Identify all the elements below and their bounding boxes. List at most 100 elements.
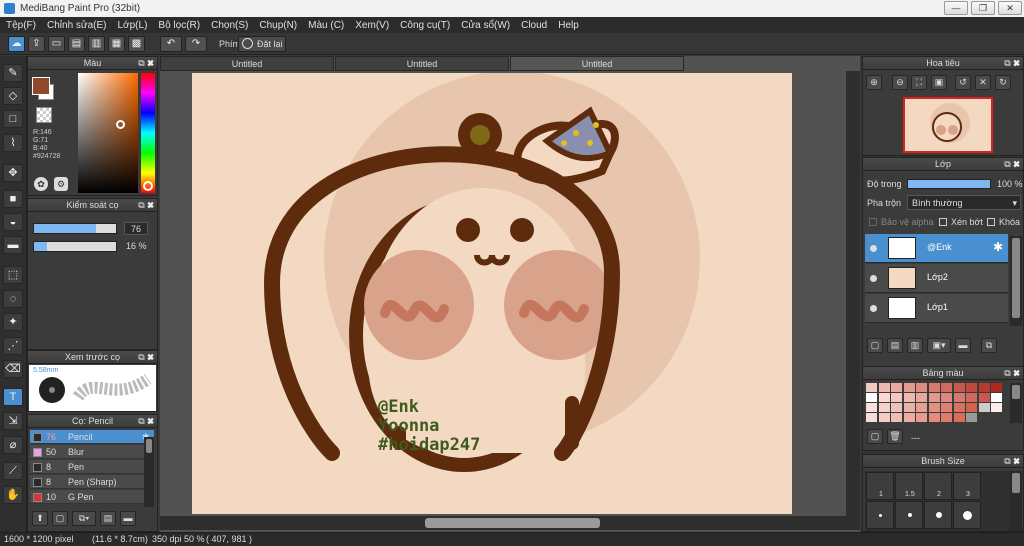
palette-swatch[interactable]: [953, 403, 965, 412]
new-1bit-layer-icon[interactable]: ▥: [907, 338, 923, 353]
palette-swatch[interactable]: [928, 393, 940, 402]
cloud-icon[interactable]: ☁: [8, 36, 25, 52]
palette-swatch[interactable]: [953, 393, 965, 402]
palette-swatch[interactable]: [941, 403, 952, 412]
document-icon[interactable]: ▤: [68, 36, 85, 52]
palette-swatch[interactable]: [891, 403, 902, 412]
palette-swatch[interactable]: [903, 383, 915, 392]
actual-size-icon[interactable]: ▣: [931, 75, 947, 90]
layer-row[interactable]: Lớp1: [865, 294, 1008, 323]
layer-folder-icon[interactable]: ▬: [955, 338, 971, 353]
menu-cloud[interactable]: Cloud: [521, 20, 547, 31]
zoom-out-icon[interactable]: ⊖: [892, 75, 908, 90]
menu-help[interactable]: Help: [558, 20, 579, 31]
new-layer-icon[interactable]: ▢: [867, 338, 883, 353]
brush-size-value[interactable]: 76: [124, 222, 148, 235]
lock-checkbox[interactable]: [987, 218, 995, 226]
layer-row[interactable]: @Enk ✱: [865, 234, 1008, 263]
menu-tools[interactable]: Công cụ(T): [400, 20, 450, 31]
hue-slider[interactable]: [141, 73, 155, 193]
panel-close-icon[interactable]: ⧉ ✖: [138, 351, 154, 364]
menu-view[interactable]: Xem(V): [355, 20, 389, 31]
brush-item[interactable]: 8 Pen: [30, 460, 154, 474]
zoom-in-icon[interactable]: ⊕: [866, 75, 882, 90]
clipping-checkbox[interactable]: [939, 218, 947, 226]
layer-scrollbar[interactable]: [1010, 236, 1022, 326]
brush-copy-icon[interactable]: ▤: [100, 511, 116, 526]
brush-folder-icon[interactable]: ▬: [120, 511, 136, 526]
text-tool-icon[interactable]: T: [3, 388, 23, 406]
menu-select[interactable]: Chọn(S): [211, 20, 248, 31]
color-cursor[interactable]: [116, 120, 125, 129]
menu-window[interactable]: Cửa sổ(W): [461, 20, 510, 31]
share-icon[interactable]: ⇪: [28, 36, 45, 52]
lasso-tool-icon[interactable]: ◌: [3, 290, 23, 308]
minimize-button[interactable]: —: [944, 1, 968, 15]
palette-swatch[interactable]: [891, 393, 902, 402]
menu-file[interactable]: Tệp(F): [6, 20, 36, 31]
brush-size-slider[interactable]: [33, 223, 117, 234]
close-button[interactable]: ✕: [998, 1, 1022, 15]
magic-wand-tool-icon[interactable]: ✦: [3, 313, 23, 331]
transparent-color-swatch[interactable]: [36, 107, 52, 123]
palette-swatch[interactable]: [903, 413, 915, 422]
bucket-tool-icon[interactable]: ◒: [3, 213, 23, 231]
tab-untitled-3[interactable]: Untitled: [510, 56, 684, 71]
blend-mode-select[interactable]: Bình thường ▾: [907, 195, 1021, 210]
brush-list-scrollbar[interactable]: [144, 437, 154, 507]
duplicate-layer-icon[interactable]: ⧉: [981, 338, 997, 353]
redo-button[interactable]: ↷: [185, 36, 207, 52]
palette-swatch[interactable]: [941, 413, 952, 422]
menu-snap[interactable]: Chụp(N): [259, 20, 297, 31]
palette-swatch[interactable]: [866, 403, 877, 412]
brush-item[interactable]: 76Pencil✱: [30, 430, 154, 444]
palette-swatch[interactable]: [866, 393, 877, 402]
new-palette-icon[interactable]: ▢: [867, 429, 883, 444]
brush-size-cell[interactable]: [866, 501, 894, 529]
rotate-right-icon[interactable]: ↻: [995, 75, 1011, 90]
rotate-left-icon[interactable]: ↺: [955, 75, 971, 90]
reset-button[interactable]: Đặt lại: [238, 36, 286, 52]
pen-tool-icon[interactable]: ⟋: [3, 462, 23, 480]
brush-opacity-slider[interactable]: [33, 241, 117, 252]
layer-opacity-slider[interactable]: [907, 179, 991, 189]
select-eraser-tool-icon[interactable]: ⌫: [3, 360, 23, 378]
palette-swatch[interactable]: [953, 383, 965, 392]
horizontal-scrollbar[interactable]: [160, 516, 860, 530]
palette-swatch[interactable]: [991, 383, 1002, 392]
blur-tool-icon[interactable]: ⌇: [3, 134, 23, 152]
brush-size-cell[interactable]: 2: [924, 472, 952, 500]
new-brush-icon[interactable]: ▢: [52, 511, 68, 526]
panel-close-icon[interactable]: ⧉ ✖: [1004, 158, 1020, 171]
drawing-canvas[interactable]: @Enk Yoonna #hoidap247: [192, 73, 792, 514]
color-picker-icon[interactable]: ⚙: [54, 177, 68, 191]
palette-swatch[interactable]: [916, 413, 927, 422]
palette-swatch[interactable]: [878, 383, 890, 392]
palette-swatch[interactable]: [891, 413, 902, 422]
protect-alpha-checkbox[interactable]: [869, 218, 877, 226]
operation-tool-icon[interactable]: ⇲: [3, 412, 23, 430]
grid-icon[interactable]: ▩: [128, 36, 145, 52]
menu-color[interactable]: Màu (C): [308, 20, 344, 31]
panel-close-icon[interactable]: ⧉ ✖: [1004, 367, 1020, 380]
palette-swatch[interactable]: [991, 403, 1002, 412]
delete-palette-icon[interactable]: 🗑: [887, 429, 903, 444]
menu-filter[interactable]: Bộ lọc(R): [158, 20, 200, 31]
brush-size-cell[interactable]: [924, 501, 952, 529]
select-rect-tool-icon[interactable]: ⬚: [3, 266, 23, 284]
primary-color-swatch[interactable]: [32, 77, 50, 95]
horizontal-scroll-thumb[interactable]: [425, 518, 600, 528]
fill-rect-tool-icon[interactable]: ■: [3, 190, 23, 208]
panel-close-icon[interactable]: ⧉ ✖: [138, 199, 154, 212]
palette-swatch[interactable]: [916, 393, 927, 402]
palette-swatch[interactable]: [978, 403, 990, 412]
hue-cursor[interactable]: [143, 181, 153, 191]
tab-untitled-2[interactable]: Untitled: [335, 56, 509, 71]
layer-settings-icon[interactable]: ✱: [993, 240, 1003, 254]
select-pen-tool-icon[interactable]: ⋰: [3, 337, 23, 355]
restore-button[interactable]: ❐: [971, 1, 995, 15]
eyedropper-tool-icon[interactable]: ⌀: [3, 436, 23, 454]
new-halftone-layer-icon[interactable]: ▤: [887, 338, 903, 353]
layer-row[interactable]: Lớp2: [865, 264, 1008, 293]
brush-size-cell[interactable]: 3: [953, 472, 981, 500]
